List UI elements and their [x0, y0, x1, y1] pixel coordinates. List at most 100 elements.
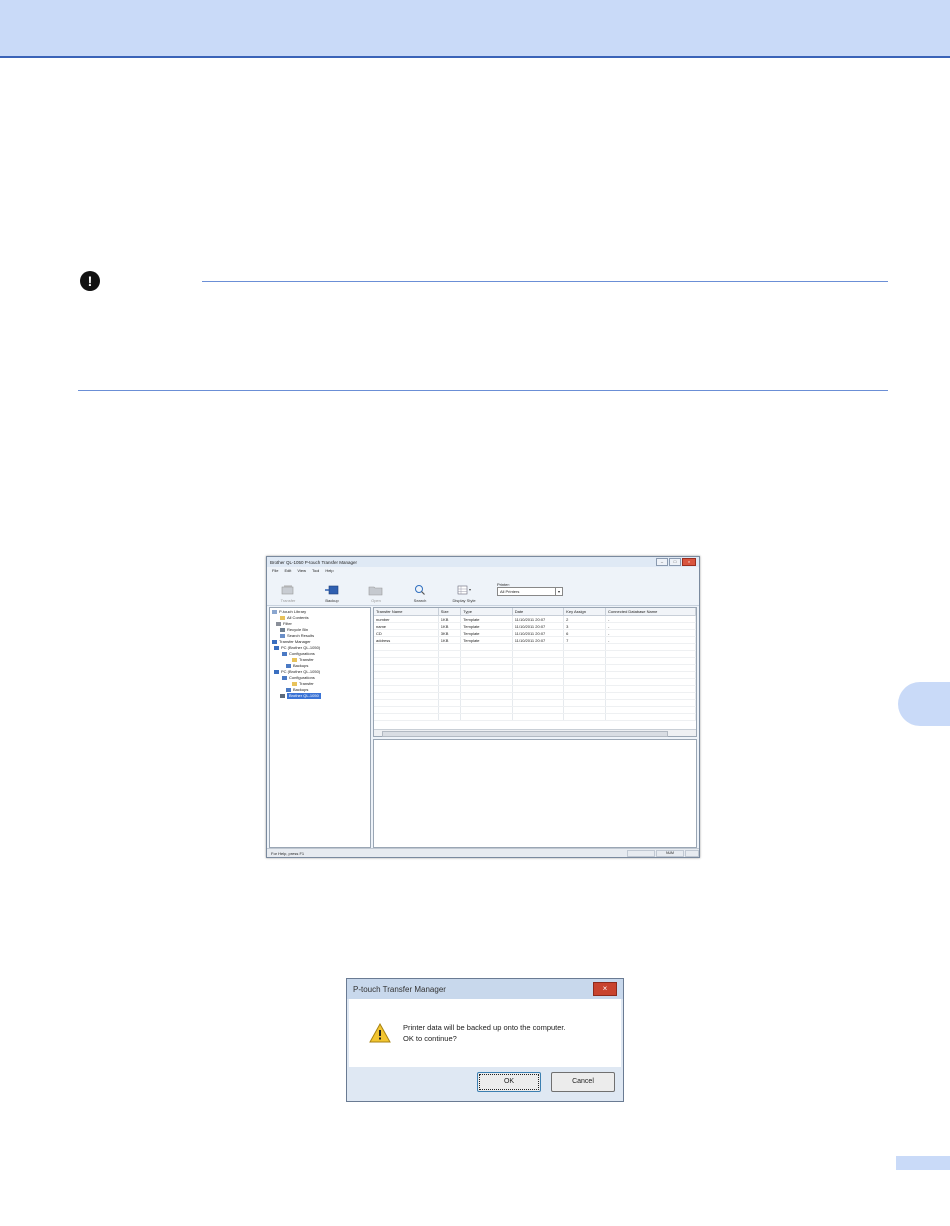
table-cell: 2 [563, 615, 606, 623]
open-label: Open [371, 598, 381, 603]
display-style-icon [457, 585, 471, 595]
table-cell: - [605, 629, 697, 637]
window-titlebar: Brother QL-1050 P-touch Transfer Manager… [267, 557, 699, 567]
close-button[interactable]: × [682, 558, 696, 566]
important-note-icon: ! [80, 271, 100, 291]
table-cell: 11/10/2011 20:07 [512, 629, 565, 637]
status-help-text: For Help, press F1 [271, 850, 305, 856]
display-style-button[interactable]: Display Style [451, 584, 477, 605]
status-cell [627, 849, 655, 857]
column-header[interactable]: Type [460, 608, 513, 616]
preview-pane [373, 739, 697, 848]
menu-file[interactable]: File [272, 568, 278, 576]
table-row-empty [374, 650, 697, 658]
backup-label: Backup [325, 598, 339, 603]
backup-icon [325, 585, 339, 595]
status-bar: For Help, press F1 NUM [267, 848, 699, 857]
table-row[interactable]: number 1KB Template 11/10/2011 20:07 2- [374, 615, 697, 623]
transfer-button[interactable]: Transfer [275, 584, 301, 605]
menu-edit[interactable]: Edit [284, 568, 291, 576]
window-body: P-touch Library All Contents Filter Recy… [269, 607, 697, 848]
table-header-row: Transfer Name Size Type Date Key Assign … [374, 608, 697, 616]
table-cell: - [605, 615, 697, 623]
ok-button[interactable]: OK [477, 1072, 541, 1092]
menu-help[interactable]: Help [325, 568, 333, 576]
note-bottom-rule [78, 390, 888, 391]
printer-value: All Printers [500, 589, 520, 594]
menu-view[interactable]: View [297, 568, 306, 576]
table-row-empty [374, 657, 697, 665]
filter-icon [276, 622, 281, 626]
table-row-empty [374, 664, 697, 672]
chapter-side-tab [898, 682, 950, 726]
column-header[interactable]: Date [512, 608, 565, 616]
table-row-empty [374, 699, 697, 707]
scrollbar-thumb[interactable] [382, 731, 668, 737]
table-cell: Template [460, 622, 513, 630]
table-cell: 11/10/2011 20:07 [512, 622, 565, 630]
note-top-rule [202, 281, 888, 282]
table-row-empty [374, 713, 697, 721]
dialog-message: Printer data will be backed up onto the … [403, 1022, 566, 1044]
table-cell: 7 [563, 636, 606, 644]
computer-icon [274, 670, 279, 674]
table-cell: 11/10/2011 20:07 [512, 615, 565, 623]
dialog-close-button[interactable]: × [593, 982, 617, 996]
menu-tool[interactable]: Tool [312, 568, 319, 576]
table-cell: - [605, 622, 697, 630]
table-row-empty [374, 692, 697, 700]
open-folder-icon [368, 586, 383, 596]
menu-bar: File Edit View Tool Help [267, 567, 699, 577]
column-header[interactable]: Connected Database Name [605, 608, 697, 616]
table-cell: 11/10/2011 20:07 [512, 636, 565, 644]
maximize-button[interactable]: □ [669, 558, 681, 566]
backups-icon [286, 688, 291, 692]
printer-selector: Printer: All Printers ▾ [497, 582, 563, 596]
table-cell: name [374, 622, 439, 630]
table-row[interactable]: address 1KB Template 11/10/2011 20:07 7- [374, 636, 697, 644]
table-cell: - [605, 636, 697, 644]
table-cell: 3 [563, 622, 606, 630]
backup-button[interactable]: Backup [319, 584, 345, 605]
search-button[interactable]: Search [407, 584, 433, 605]
dialog-message-line-2: OK to continue? [403, 1034, 457, 1043]
transfer-manager-window: Brother QL-1050 P-touch Transfer Manager… [266, 556, 700, 858]
tree-item-label: Brother QL-1050 [287, 693, 321, 699]
table-row[interactable]: name 1KB Template 11/10/2011 20:07 3- [374, 622, 697, 630]
table-row-empty [374, 671, 697, 679]
horizontal-scrollbar[interactable] [374, 729, 696, 737]
backups-icon [286, 664, 291, 668]
table-cell: 3KB [438, 629, 462, 637]
column-header[interactable]: Size [438, 608, 462, 616]
table-row[interactable]: CD 3KB Template 11/10/2011 20:07 6- [374, 629, 697, 637]
table-row-empty [374, 678, 697, 686]
dialog-body: Printer data will be backed up onto the … [349, 999, 621, 1067]
column-header[interactable]: Key Assign [563, 608, 606, 616]
printer-icon [280, 694, 285, 698]
table-cell: 6 [563, 629, 606, 637]
table-cell: Template [460, 636, 513, 644]
minimize-button[interactable]: – [656, 558, 668, 566]
table-row-empty [374, 685, 697, 693]
open-button[interactable]: Open [363, 584, 389, 605]
cancel-button[interactable]: Cancel [551, 1072, 615, 1092]
folder-icon [292, 682, 297, 686]
configurations-icon [282, 652, 287, 656]
table-cell: CD [374, 629, 439, 637]
tree-item-printer-selected[interactable]: Brother QL-1050 [272, 693, 368, 699]
table-cell: 1KB [438, 615, 462, 623]
dialog-title: P-touch Transfer Manager [353, 984, 446, 994]
content-pane: Transfer Name Size Type Date Key Assign … [373, 607, 697, 848]
table-cell: 1KB [438, 622, 462, 630]
printer-dropdown[interactable]: All Printers ▾ [497, 587, 563, 596]
warning-icon [369, 1023, 391, 1043]
backup-confirm-dialog: P-touch Transfer Manager × Printer data … [346, 978, 624, 1102]
table-cell: number [374, 615, 439, 623]
table-cell: Template [460, 615, 513, 623]
status-cell [685, 849, 699, 857]
dialog-footer: OK Cancel [347, 1067, 623, 1097]
page-number-bar [896, 1156, 950, 1170]
library-tree: P-touch Library All Contents Filter Recy… [269, 607, 371, 848]
library-icon [272, 610, 277, 614]
column-header[interactable]: Transfer Name [374, 608, 439, 616]
